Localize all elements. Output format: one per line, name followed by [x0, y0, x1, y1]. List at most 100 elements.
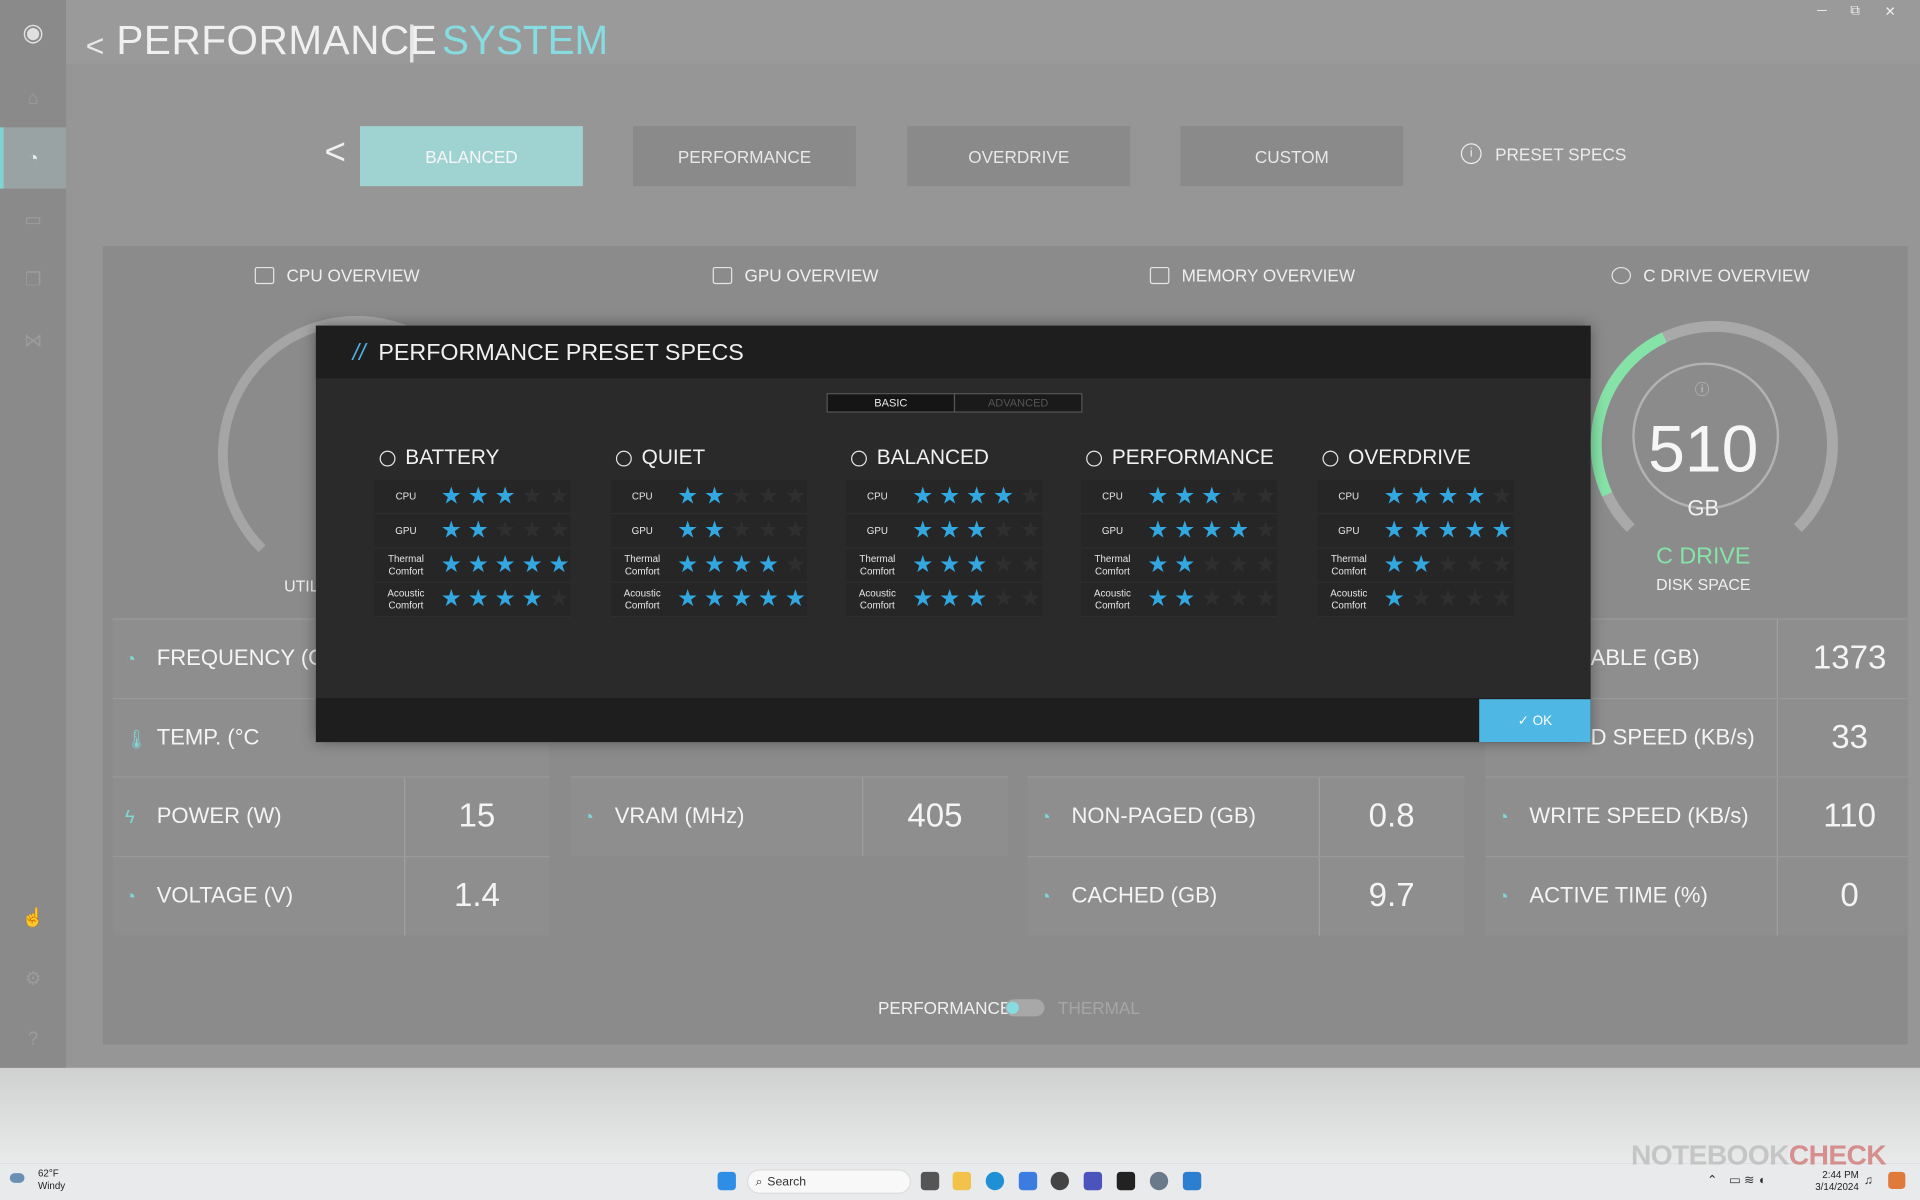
spec-row-label-line1: CPU — [867, 490, 888, 502]
spec-row: Acoustic Comfort ★ ★ ★ ★ ★ — [846, 582, 1043, 618]
thumbs-up-icon[interactable]: ☝ — [18, 902, 47, 931]
star-filled-icon: ★ — [912, 517, 934, 544]
spec-row: GPU ★ ★ ★ ★ ★ — [374, 514, 571, 549]
cpu-overview-label: CPU OVERVIEW — [286, 265, 420, 286]
battery-icon — [379, 450, 396, 466]
metric-value: 0.8 — [1368, 797, 1415, 834]
star-empty-icon: ★ — [1491, 552, 1513, 578]
star-filled-icon: ★ — [467, 483, 489, 510]
star-filled-icon: ★ — [993, 483, 1014, 510]
preset-custom-button[interactable]: CUSTOM — [1180, 126, 1404, 187]
start-icon[interactable] — [717, 1171, 736, 1191]
spec-row-label: Thermal Comfort — [375, 553, 437, 577]
spec-row: Acoustic Comfort ★ ★ ★ ★ ★ — [1081, 582, 1278, 618]
copilot-icon[interactable] — [1888, 1171, 1906, 1189]
spec-ratings-table: CPU ★ ★ ★ ★ ★ GPU ★ ★ ★ ★ ★ Thermal Comfort ★ ★ ★ ★ ★ Acous… — [1081, 480, 1278, 618]
teams-icon[interactable] — [1083, 1171, 1103, 1191]
spec-row-label: GPU — [375, 525, 437, 537]
star-filled-icon: ★ — [704, 552, 725, 578]
thermal-view-label[interactable]: THERMAL — [1058, 998, 1140, 1018]
cpu-power-row: ϟ POWER (W) 15 — [112, 776, 550, 856]
preset-performance-button[interactable]: PERFORMANCE — [633, 126, 856, 187]
edge-icon[interactable] — [985, 1171, 1005, 1191]
star-filled-icon: ★ — [467, 517, 489, 544]
sidebar: ◉ ⌂ ◔ ▭ ❐ ⋈ ☝ ⚙ ? — [0, 0, 67, 1068]
taskbar-search[interactable]: ⌕ Search — [746, 1169, 912, 1194]
gauge-icon: ◔ — [582, 806, 594, 828]
restore-icon[interactable]: ⧉ — [1850, 4, 1860, 20]
tray-chevron-icon[interactable]: ⌃ — [1707, 1174, 1717, 1187]
star-filled-icon: ★ — [494, 586, 516, 613]
gauge-icon: ◔ — [1039, 806, 1051, 828]
star-empty-icon: ★ — [1019, 517, 1041, 544]
star-filled-icon: ★ — [966, 483, 987, 510]
search-label: Search — [767, 1174, 807, 1189]
preset-prev-icon[interactable]: < — [324, 132, 345, 174]
minimize-icon[interactable]: ─ — [1817, 4, 1827, 19]
alienware-icon[interactable] — [1050, 1171, 1069, 1191]
star-empty-icon: ★ — [548, 517, 570, 544]
task-view-icon[interactable] — [920, 1171, 940, 1191]
drive-name: C DRIVE — [1656, 543, 1751, 570]
performance-view-label[interactable]: PERFORMANCE — [878, 998, 1011, 1018]
memory-icon — [1149, 266, 1170, 285]
weather-widget[interactable]: 62°F Windy — [38, 1168, 65, 1192]
tab-basic[interactable]: BASIC — [826, 393, 956, 413]
settings-app-icon[interactable] — [1149, 1171, 1169, 1191]
star-filled-icon: ★ — [677, 483, 698, 510]
back-icon[interactable]: < — [86, 27, 105, 65]
close-icon[interactable]: ✕ — [1885, 4, 1896, 20]
notification-bell-icon[interactable]: ♫ — [1864, 1174, 1873, 1187]
spec-row-label-line1: Acoustic — [858, 587, 896, 599]
spec-mode-name: BALANCED — [876, 445, 989, 469]
settings-icon[interactable]: ⚙ — [18, 964, 47, 993]
spec-row-label-line2: Comfort — [624, 565, 660, 577]
drive-info-icon[interactable]: ⓘ — [1695, 378, 1710, 399]
star-rating: ★ ★ ★ ★ ★ — [911, 485, 1042, 508]
spec-row-label: GPU — [1318, 525, 1380, 537]
controller-icon[interactable]: ▭ — [18, 204, 47, 233]
star-rating: ★ ★ ★ ★ ★ — [440, 588, 571, 611]
spec-row-label-line2: Comfort — [388, 599, 424, 611]
star-rating: ★ ★ ★ ★ ★ — [1382, 588, 1513, 611]
weather-temp: 62°F — [37, 1168, 59, 1180]
preset-balanced-button[interactable]: BALANCED — [360, 126, 583, 187]
star-filled-icon: ★ — [1174, 517, 1196, 544]
star-filled-icon: ★ — [1491, 517, 1513, 544]
spec-row: GPU ★ ★ ★ ★ ★ — [846, 514, 1043, 549]
view-toggle-switch[interactable] — [1005, 999, 1045, 1017]
star-empty-icon: ★ — [784, 483, 806, 510]
spec-row-label: Thermal Comfort — [1318, 553, 1380, 577]
library-icon[interactable]: ❐ — [18, 264, 47, 293]
store-icon[interactable] — [1018, 1171, 1038, 1191]
gpu-icon — [712, 266, 733, 285]
home-icon[interactable]: ⌂ — [18, 83, 47, 112]
gauge-icon: ◔ — [1497, 886, 1509, 908]
clock[interactable]: 2:44 PM 3/14/2024 — [1815, 1169, 1859, 1193]
tray-icons[interactable]: ▭ ≋ ◖ — [1729, 1174, 1765, 1187]
star-filled-icon: ★ — [1410, 483, 1432, 510]
star-filled-icon: ★ — [1174, 586, 1196, 613]
tab-advanced[interactable]: ADVANCED — [953, 393, 1083, 413]
help-icon[interactable]: ? — [18, 1024, 47, 1053]
star-filled-icon: ★ — [1383, 517, 1405, 544]
memory-nonpaged-row: ◔ NON-PAGED (GB) 0.8 — [1027, 776, 1465, 856]
command-center-icon[interactable] — [1116, 1171, 1136, 1191]
spec-row-label-line2: Comfort — [1095, 565, 1130, 577]
spec-row-label-line1: Acoustic — [623, 587, 661, 599]
star-filled-icon: ★ — [1201, 483, 1223, 510]
ok-button[interactable]: ✓ OK — [1479, 699, 1591, 743]
star-empty-icon: ★ — [757, 517, 779, 544]
spec-row: Thermal Comfort ★ ★ ★ ★ ★ — [374, 548, 571, 583]
gauge-icon[interactable]: ◔ — [18, 143, 47, 172]
photos-icon[interactable] — [1182, 1171, 1202, 1191]
spec-row: GPU ★ ★ ★ ★ ★ — [611, 514, 807, 549]
weather-icon[interactable] — [9, 1173, 25, 1183]
fx-icon[interactable]: ⋈ — [18, 326, 47, 355]
speed-gauge-icon — [1086, 450, 1103, 466]
file-explorer-icon[interactable] — [952, 1171, 972, 1191]
star-filled-icon: ★ — [1174, 552, 1196, 578]
preset-overdrive-button[interactable]: OVERDRIVE — [907, 126, 1131, 187]
preset-specs-link[interactable]: i PRESET SPECS — [1460, 143, 1626, 165]
star-filled-icon: ★ — [939, 517, 961, 544]
